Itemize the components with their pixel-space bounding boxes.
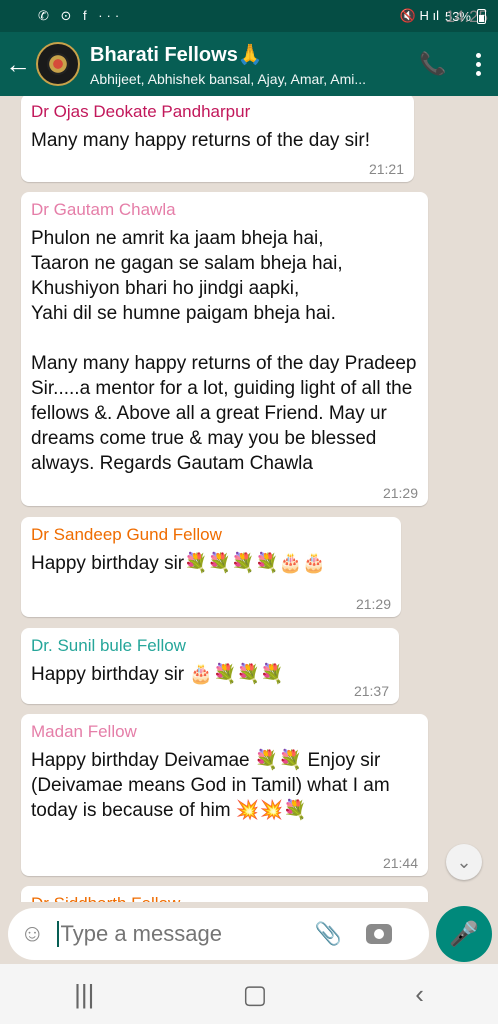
add-call-icon[interactable]: 📞: [408, 51, 458, 77]
menu-icon[interactable]: [458, 52, 498, 76]
battery-icon: [477, 8, 486, 24]
message-bubble[interactable]: Dr Gautam Chawla Phulon ne amrit ka jaam…: [21, 192, 428, 506]
camera-icon[interactable]: [365, 924, 392, 944]
message-bubble[interactable]: Dr Ojas Deokate Pandharpur Many many hap…: [21, 96, 414, 182]
message-text: Happy birthday sir 🎂💐💐💐: [31, 664, 285, 685]
message-input[interactable]: [60, 921, 311, 947]
message-sender: Dr. Sunil bule Fellow: [31, 636, 186, 655]
status-bar: 14:25 ✆ ⊙ f ··· 🔇 H ıl 53%: [0, 0, 498, 32]
message-time: 21:21: [368, 161, 404, 177]
message-bubble[interactable]: Dr. Sunil bule Fellow Happy birthday sir…: [21, 628, 399, 704]
mic-icon[interactable]: 🎤: [436, 906, 492, 962]
scroll-down-icon[interactable]: ⌄: [446, 844, 482, 880]
message-sender: Dr Siddharth Fellow: [31, 894, 418, 902]
chat-area[interactable]: Dr Ojas Deokate Pandharpur Many many hap…: [0, 96, 498, 902]
message-time: 21:29: [355, 596, 391, 612]
group-avatar[interactable]: [36, 42, 80, 86]
message-sender: Dr Ojas Deokate Pandharpur: [31, 102, 251, 121]
message-sender: Dr Gautam Chawla: [31, 200, 176, 219]
emblem-icon: [47, 53, 69, 75]
header-actions: 📞: [408, 51, 498, 77]
message-time: 21:44: [382, 855, 418, 871]
message-time: 21:29: [382, 485, 418, 501]
group-members: Abhijeet, Abhishek bansal, Ajay, Amar, A…: [90, 70, 367, 87]
recents-icon[interactable]: |||: [74, 979, 94, 1010]
message-bubble[interactable]: Dr Siddharth Fellow: [21, 886, 428, 902]
group-title: Bharati Fellows🙏: [90, 43, 263, 66]
message-text: Happy birthday Deivamae 💐💐 Enjoy sir (De…: [31, 750, 390, 821]
chat-titles[interactable]: Bharati Fellows🙏 Abhijeet, Abhishek bans…: [90, 42, 390, 87]
message-bubble[interactable]: Dr Sandeep Gund Fellow Happy birthday si…: [21, 517, 401, 617]
composer: ☺ 📎 🎤: [0, 902, 498, 964]
text-caret: [56, 921, 59, 947]
message-text: Phulon ne amrit ka jaam bheja hai, Taaro…: [31, 228, 417, 474]
home-icon[interactable]: ▢: [243, 979, 268, 1010]
back-arrow-icon[interactable]: ←: [0, 49, 36, 80]
message-input-pill: ☺ 📎: [8, 908, 429, 960]
status-notification-icons: ✆ ⊙ f ···: [38, 8, 124, 23]
signal-icons: 🔇 H ıl: [399, 8, 439, 23]
message-text: Happy birthday sir💐💐💐💐🎂🎂: [31, 553, 327, 574]
chat-header: ← Bharati Fellows🙏 Abhijeet, Abhishek ba…: [0, 32, 498, 96]
emoji-icon[interactable]: ☺: [20, 920, 45, 948]
message-time: 21:37: [353, 683, 389, 699]
message-text: Many many happy returns of the day sir!: [31, 130, 370, 151]
message-sender: Madan Fellow: [31, 722, 137, 741]
message-bubble[interactable]: Madan Fellow Happy birthday Deivamae 💐💐 …: [21, 714, 428, 876]
message-sender: Dr Sandeep Gund Fellow: [31, 525, 222, 544]
back-icon[interactable]: ‹: [415, 979, 424, 1010]
system-nav-bar: ||| ▢ ‹: [0, 964, 498, 1024]
attach-icon[interactable]: 📎: [315, 921, 342, 947]
